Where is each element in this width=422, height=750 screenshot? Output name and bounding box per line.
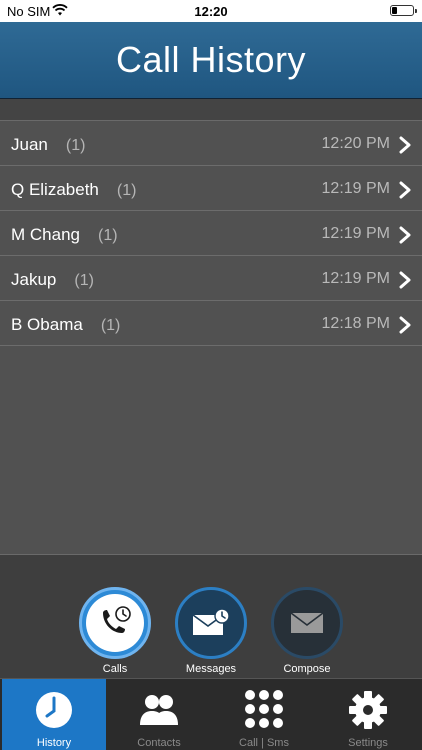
envelope-clock-icon <box>192 608 230 635</box>
phone-clock-icon <box>103 606 131 633</box>
tab-settings[interactable]: Settings <box>316 679 420 750</box>
tab-contacts[interactable]: Contacts <box>107 679 211 750</box>
messages-button-circle[interactable] <box>175 587 247 659</box>
tab-contacts-label: Contacts <box>137 737 181 749</box>
call-row-name: B Obama <box>11 315 83 334</box>
messages-button[interactable]: Messages <box>175 587 247 675</box>
call-row-name: Q Elizabeth <box>11 180 99 199</box>
list-top-band <box>0 99 422 121</box>
compose-button-circle[interactable] <box>271 587 343 659</box>
calls-button[interactable]: Calls <box>79 587 151 675</box>
call-row[interactable]: B Obama (1) 12:18 PM <box>0 301 422 346</box>
call-row-count: (1) <box>65 137 86 154</box>
gear-icon <box>349 691 387 729</box>
action-area: Calls Messages Compose <box>0 554 422 678</box>
envelope-icon <box>290 612 324 633</box>
call-row-count: (1) <box>97 227 118 244</box>
tab-settings-label: Settings <box>348 737 388 749</box>
call-row-count: (1) <box>74 272 94 289</box>
call-row-time: 12:19 PM <box>321 225 390 242</box>
call-history-content: Juan (1) 12:20 PM Q Elizabeth (1) 12:19 PM… <box>0 99 422 554</box>
call-row-name: Juan <box>11 135 48 154</box>
chevron-right-icon <box>399 181 411 199</box>
call-list: Juan (1) 12:20 PM Q Elizabeth (1) 12:19 PM… <box>0 121 422 346</box>
compose-label: Compose <box>283 663 331 675</box>
status-time: 12:20 <box>194 4 228 19</box>
chevron-right-icon <box>399 226 411 244</box>
clock-icon <box>36 692 72 728</box>
call-row[interactable]: Juan (1) 12:20 PM <box>0 121 422 166</box>
call-row-name-wrap: B Obama (1) <box>11 315 120 335</box>
call-row[interactable]: M Chang (1) 12:19 PM <box>0 211 422 256</box>
calls-label: Calls <box>102 663 128 675</box>
tab-history-label: History <box>36 737 72 749</box>
tab-bar: History Contacts Call | Sms Settings <box>0 678 422 750</box>
people-icon <box>140 695 178 725</box>
tab-call-sms[interactable]: Call | Sms <box>212 679 316 750</box>
messages-label: Messages <box>185 663 237 675</box>
call-row[interactable]: Q Elizabeth (1) 12:19 PM <box>0 166 422 211</box>
call-row-time: 12:19 PM <box>321 180 390 197</box>
calls-button-inner <box>86 594 144 652</box>
call-row-name-wrap: Jakup (1) <box>11 270 94 290</box>
nav-header: Call History <box>0 22 422 99</box>
call-row-time: 12:20 PM <box>321 135 390 152</box>
chevron-right-icon <box>399 271 411 289</box>
call-row-count: (1) <box>100 317 121 334</box>
chevron-right-icon <box>399 316 411 334</box>
compose-button[interactable]: Compose <box>271 587 343 675</box>
call-row-name: Jakup <box>11 270 57 289</box>
status-bar: No SIM 12:20 <box>0 0 422 22</box>
call-row[interactable]: Jakup (1) 12:19 PM <box>0 256 422 301</box>
page-title: Call History <box>115 39 307 80</box>
battery-icon <box>390 5 417 16</box>
chevron-right-icon <box>399 136 411 154</box>
tab-call-sms-label: Call | Sms <box>239 737 289 749</box>
tab-history[interactable]: History <box>2 679 106 750</box>
call-row-name: M Chang <box>11 225 80 244</box>
call-row-name-wrap: Juan (1) <box>11 135 85 155</box>
calls-button-circle[interactable] <box>79 587 151 659</box>
dialpad-icon <box>245 690 283 728</box>
call-row-name-wrap: Q Elizabeth (1) <box>11 180 136 200</box>
call-row-count: (1) <box>116 182 137 199</box>
call-row-time: 12:19 PM <box>321 270 390 287</box>
call-row-name-wrap: M Chang (1) <box>11 225 118 245</box>
call-row-time: 12:18 PM <box>321 315 390 332</box>
